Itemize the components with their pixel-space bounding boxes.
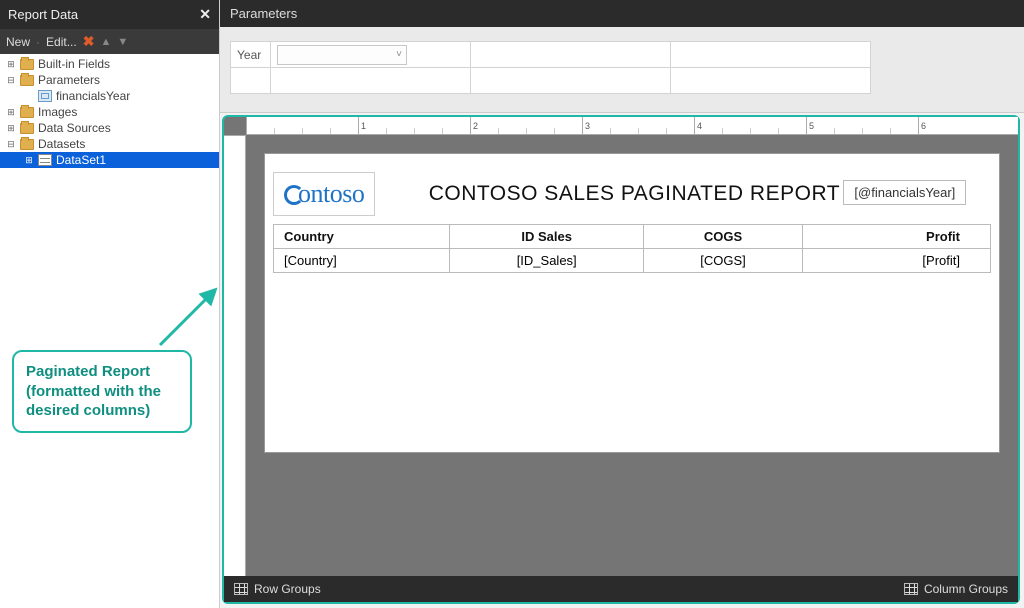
row-groups-label: Row Groups (254, 582, 321, 596)
col-country[interactable]: Country (274, 224, 450, 248)
new-button[interactable]: New (6, 35, 30, 49)
param-cell[interactable] (271, 68, 471, 94)
parameters-table: Year ˅ (230, 41, 871, 94)
folder-icon (20, 123, 34, 134)
expand-icon[interactable]: ⊞ (6, 123, 16, 133)
report-title[interactable]: CONTOSO SALES PAGINATED REPORT (429, 182, 840, 206)
expand-icon[interactable]: ⊞ (6, 59, 16, 69)
cell-cogs[interactable]: [COGS] (644, 248, 803, 272)
col-cogs[interactable]: COGS (644, 224, 803, 248)
ruler-tick: 5 (806, 117, 814, 134)
folder-icon (20, 75, 34, 86)
param-cell[interactable] (471, 68, 671, 94)
column-groups[interactable]: Column Groups (904, 582, 1008, 596)
collapse-icon[interactable]: ⊟ (6, 139, 16, 149)
tree-datasets[interactable]: ⊟ Datasets (0, 136, 219, 152)
tree-images[interactable]: ⊞ Images (0, 104, 219, 120)
tree-label: Images (38, 105, 77, 119)
row-groups[interactable]: Row Groups (234, 582, 321, 596)
chevron-down-icon: ˅ (396, 49, 402, 60)
cell-country[interactable]: [Country] (274, 248, 450, 272)
report-data-toolbar: New · Edit... ✖ ▲ ▼ (0, 29, 219, 54)
collapse-icon[interactable]: ⊟ (6, 75, 16, 85)
tree-datasources[interactable]: ⊞ Data Sources (0, 120, 219, 136)
edit-button[interactable]: Edit... (46, 35, 77, 49)
param-cell[interactable] (671, 42, 871, 68)
param-cell[interactable]: ˅ (271, 42, 471, 68)
cell-idsales[interactable]: [ID_Sales] (450, 248, 644, 272)
vertical-ruler (224, 135, 246, 576)
report-data-panel: Report Data ✕ New · Edit... ✖ ▲ ▼ ⊞ Buil… (0, 0, 220, 608)
param-cell[interactable] (471, 42, 671, 68)
folder-icon (20, 59, 34, 70)
ruler-tick: 3 (582, 117, 590, 134)
folder-icon (20, 107, 34, 118)
param-placeholder[interactable]: [@financialsYear] (843, 180, 966, 205)
tree-label: Data Sources (38, 121, 111, 135)
tree-parameters[interactable]: ⊟ Parameters (0, 72, 219, 88)
groups-bar: Row Groups Column Groups (224, 576, 1018, 602)
logo-text: ontoso (298, 179, 364, 208)
separator: · (36, 35, 40, 49)
tree-builtin-fields[interactable]: ⊞ Built-in Fields (0, 56, 219, 72)
col-idsales[interactable]: ID Sales (450, 224, 644, 248)
parameters-header: Parameters (220, 0, 1024, 27)
move-up-icon[interactable]: ▲ (100, 36, 111, 48)
report-table[interactable]: Country ID Sales COGS Profit [Country] [… (273, 224, 991, 273)
tree-dataset1[interactable]: ⊞ DataSet1 (0, 152, 219, 168)
move-down-icon[interactable]: ▼ (117, 36, 128, 48)
grid-icon (904, 583, 918, 595)
report-data-header: Report Data ✕ (0, 0, 219, 29)
ruler-tick: 2 (470, 117, 478, 134)
report-canvas[interactable]: ontoso CONTOSO SALES PAGINATED REPORT [@… (264, 153, 1000, 453)
tree-label: financialsYear (56, 89, 130, 103)
param-cell[interactable] (671, 68, 871, 94)
expand-icon[interactable]: ⊞ (24, 155, 34, 165)
ruler-tick: 4 (694, 117, 702, 134)
callout-annotation: Paginated Report (formatted with the des… (12, 350, 192, 433)
tree-param-financialsyear[interactable]: financialsYear (0, 88, 219, 104)
contoso-logo[interactable]: ontoso (273, 172, 375, 216)
year-dropdown[interactable]: ˅ (277, 45, 407, 65)
report-data-tree: ⊞ Built-in Fields ⊟ Parameters financial… (0, 54, 219, 608)
delete-icon[interactable]: ✖ (83, 33, 95, 50)
tree-label: Parameters (38, 73, 100, 87)
parameters-grid: Year ˅ (220, 27, 1024, 113)
expand-icon[interactable]: ⊞ (6, 107, 16, 117)
column-groups-label: Column Groups (924, 582, 1008, 596)
ruler-tick: 1 (358, 117, 366, 134)
tree-label: Built-in Fields (38, 57, 110, 71)
folder-icon (20, 139, 34, 150)
tree-label: DataSet1 (56, 153, 106, 167)
main-area: Parameters Year ˅ (220, 0, 1024, 608)
table-row: [Country] [ID_Sales] [COGS] [Profit] (274, 248, 991, 272)
param-cell[interactable] (231, 68, 271, 94)
grid-icon (234, 583, 248, 595)
canvas-outer: ontoso CONTOSO SALES PAGINATED REPORT [@… (246, 135, 1018, 576)
parameter-icon (38, 90, 52, 102)
horizontal-ruler: 1 2 3 4 5 6 (246, 117, 1018, 135)
design-surface: 1 2 3 4 5 6 ontoso (222, 115, 1020, 604)
col-profit[interactable]: Profit (803, 224, 991, 248)
dataset-icon (38, 154, 52, 166)
tree-label: Datasets (38, 137, 85, 151)
cell-profit[interactable]: [Profit] (803, 248, 991, 272)
table-header-row: Country ID Sales COGS Profit (274, 224, 991, 248)
param-label: Year (231, 42, 271, 68)
ruler-tick: 6 (918, 117, 926, 134)
close-icon[interactable]: ✕ (199, 6, 211, 23)
report-data-title: Report Data (8, 7, 78, 22)
